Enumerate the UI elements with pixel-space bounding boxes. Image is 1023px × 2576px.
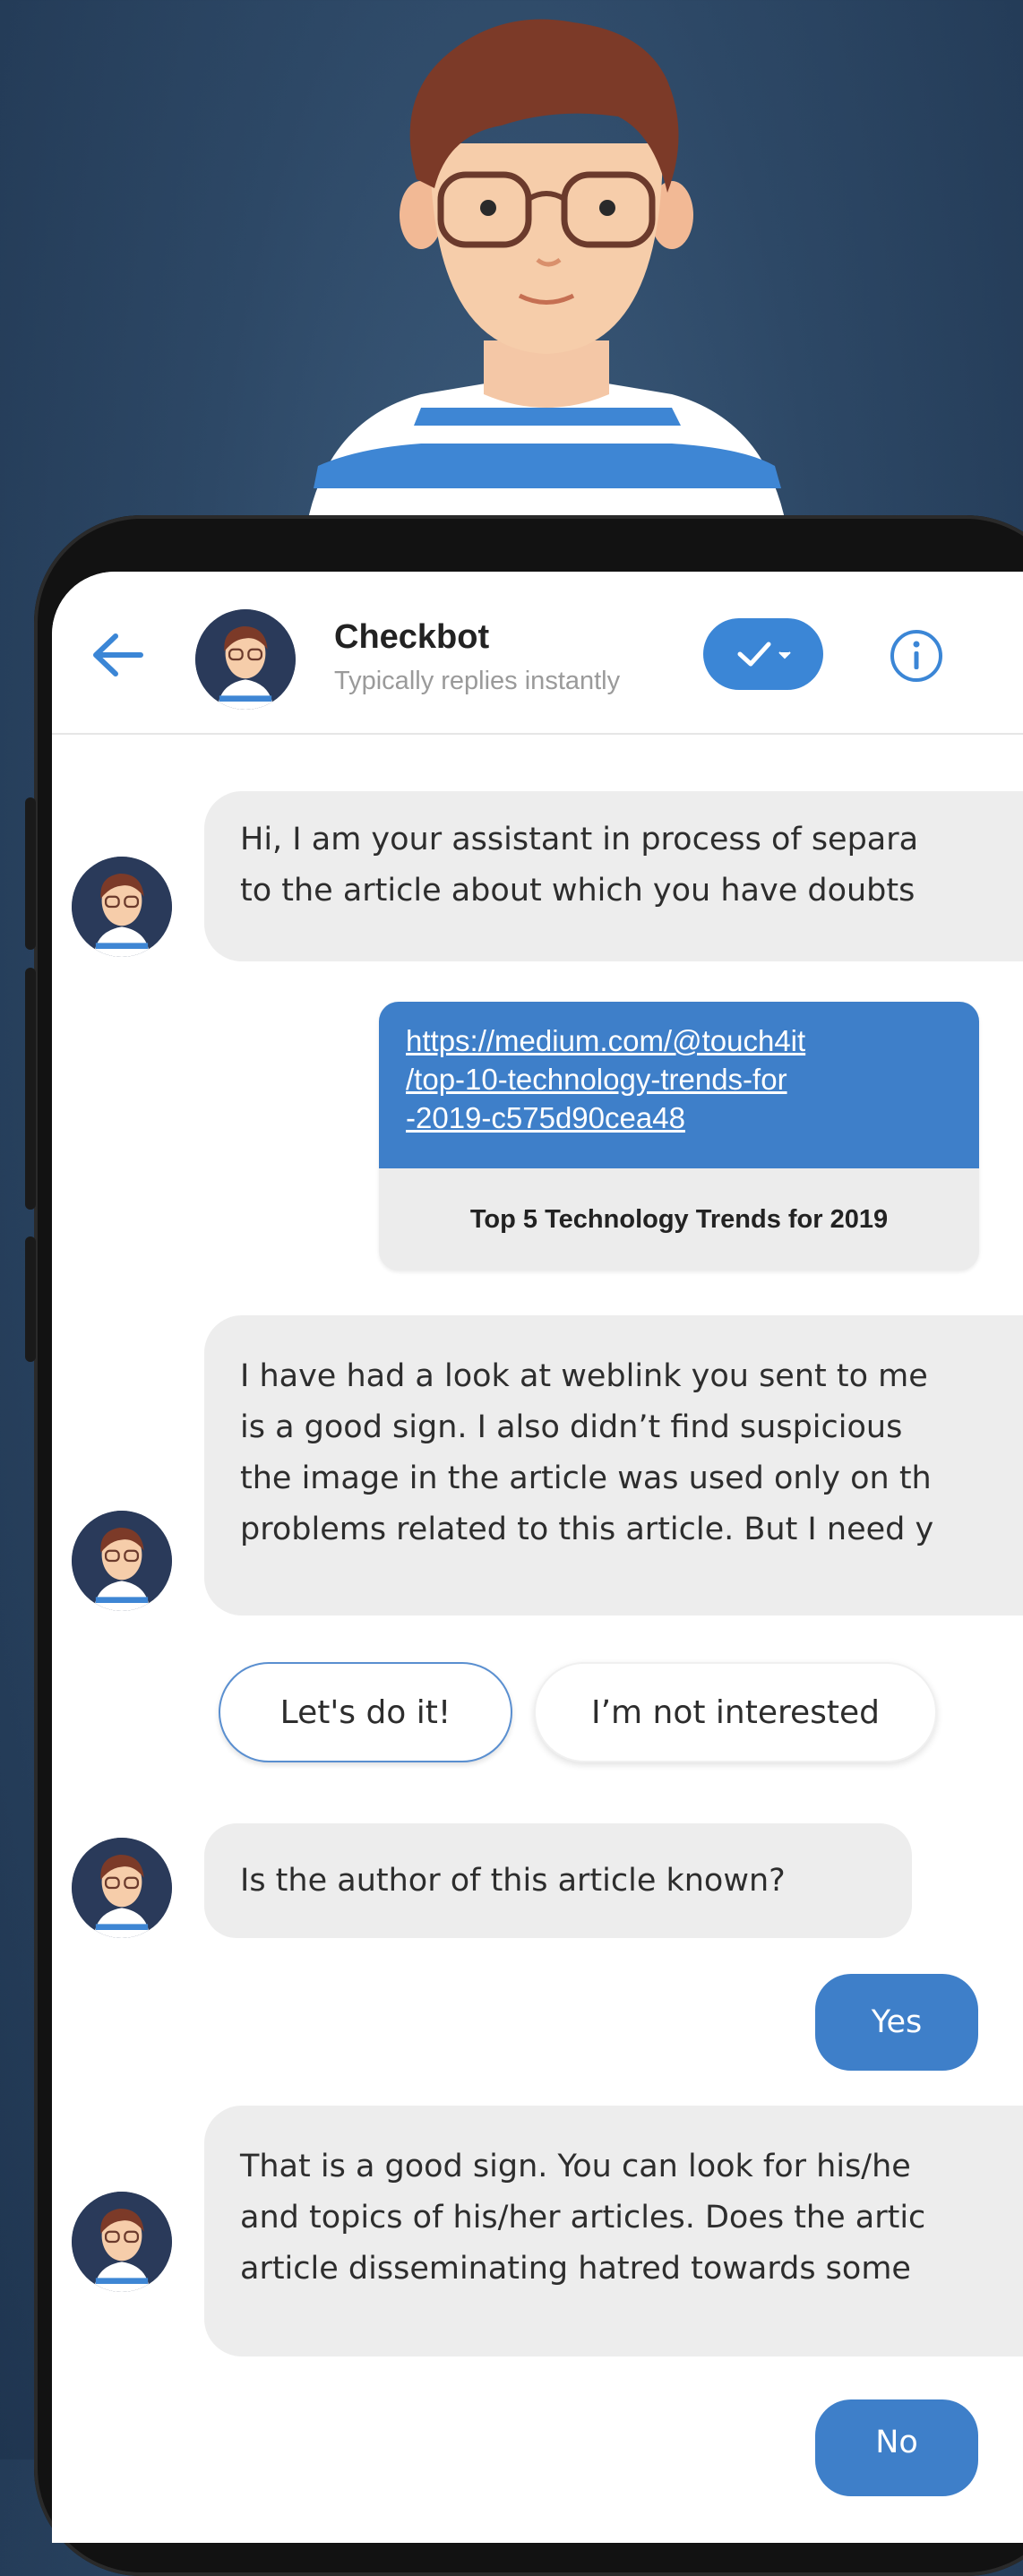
message-line: problems related to this article. But I … [240,1512,934,1547]
info-icon[interactable] [888,627,945,685]
mascot-illustration [305,19,788,538]
link-title: Top 5 Technology Trends for 2019 [469,1205,889,1234]
bot-status: Typically replies instantly [334,667,621,695]
bot-message-question: Is the author of this article known? [204,1823,912,1938]
message-line: article disseminating hatred towards som… [240,2251,911,2287]
bot-message-analysis: I have had a look at weblink you sent to… [204,1315,1023,1615]
user-message-yes: Yes [815,1974,978,2071]
message-line: is a good sign. I also didn’t find suspi… [240,1409,903,1445]
message-line: That is a good sign. You can look for hi… [240,2149,911,2184]
bot-message-greeting: Hi, I am your assistant in process of se… [204,791,1023,961]
check-dropdown-icon [737,642,791,667]
quick-reply-lets-do-it[interactable]: Let's do it! [219,1662,512,1762]
phone-side-button [25,968,36,1210]
message-line: I have had a look at weblink you sent to… [240,1358,928,1394]
message-line: to the article about which you have doub… [240,873,916,909]
bot-avatar [72,857,172,957]
quick-reply-not-interested[interactable]: I’m not interested [534,1662,937,1762]
bot-avatar [195,609,296,710]
chat-screen: Checkbot Typically replies instantly Hi,… [52,572,1023,2543]
bot-avatar [72,2192,172,2292]
verify-dropdown-button[interactable] [703,618,823,690]
bot-avatar [72,1511,172,1611]
phone-side-button [25,1236,36,1362]
chat-header: Checkbot Typically replies instantly [52,572,1023,735]
link-preview-card[interactable]: https://medium.com/@touch4it /top-10-tec… [379,1002,979,1271]
back-button[interactable] [86,624,149,686]
link-url-line[interactable]: https://medium.com/@touch4it [406,1021,952,1060]
phone-side-button [25,797,36,950]
message-line: Hi, I am your assistant in process of se… [240,822,919,857]
arrow-left-icon [93,633,143,676]
link-url-line[interactable]: -2019-c575d90cea48 [406,1098,952,1137]
user-message-no: No [815,2399,978,2496]
bot-message-followup: That is a good sign. You can look for hi… [204,2106,1023,2356]
bot-avatar [72,1838,172,1938]
message-line: the image in the article was used only o… [240,1460,932,1496]
link-url-block[interactable]: https://medium.com/@touch4it /top-10-tec… [379,1002,979,1168]
message-line: and topics of his/her articles. Does the… [240,2200,926,2236]
link-url-line[interactable]: /top-10-technology-trends-for [406,1060,952,1098]
bot-name: Checkbot [334,618,490,656]
